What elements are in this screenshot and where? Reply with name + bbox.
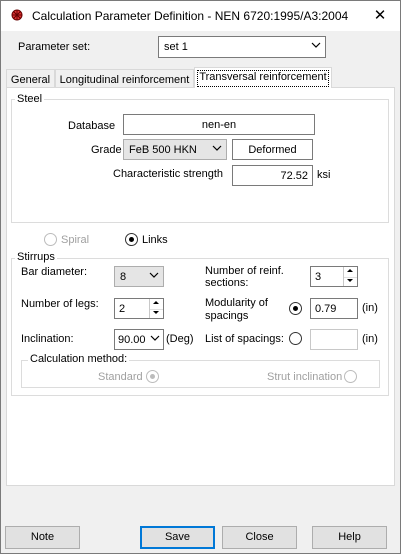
tab-transversal-reinforcement[interactable]: Transversal reinforcement	[194, 67, 332, 88]
grade-value: FeB 500 HKN	[129, 144, 197, 156]
steel-group-title: Steel	[15, 93, 45, 105]
parameter-set-combo[interactable]: set 1	[158, 36, 326, 58]
list-spacings-unit: (in)	[362, 333, 378, 345]
tab-general-label: General	[10, 74, 51, 86]
database-field[interactable]: nen-en	[123, 114, 315, 135]
bar-diameter-label: Bar diameter:	[21, 266, 88, 278]
legs-label: Number of legs:	[21, 298, 99, 310]
char-strength-field[interactable]: 72.52	[232, 165, 313, 186]
grade-label: Grade	[91, 144, 122, 156]
app-icon	[11, 9, 23, 21]
char-strength-unit: ksi	[317, 169, 331, 181]
reinf-sections-label-1: Number of reinf.	[205, 265, 284, 277]
modularity-label-2: spacings	[205, 310, 249, 322]
chevron-down-icon	[150, 335, 160, 341]
parameter-set-label: Parameter set:	[18, 41, 91, 53]
standard-radio[interactable]	[146, 370, 159, 383]
stirrups-group-title: Stirrups	[15, 251, 57, 263]
tab-longitudinal-label: Longitudinal reinforcement	[59, 74, 190, 86]
radio-selected-dot	[129, 237, 134, 242]
modularity-radio[interactable]	[289, 302, 302, 315]
radio-selected-dot	[150, 374, 155, 379]
reinf-sections-value: 3	[315, 271, 322, 283]
inclination-label: Inclination:	[21, 333, 74, 345]
arrow-down-icon	[347, 278, 353, 282]
list-spacings-field[interactable]	[310, 329, 358, 350]
focus-rect	[197, 70, 329, 87]
arrow-down-icon	[153, 310, 159, 314]
modularity-unit: (in)	[362, 302, 378, 314]
inclination-combo[interactable]: 90.00	[114, 329, 164, 350]
calc-method-title: Calculation method:	[28, 353, 130, 365]
window-title: Calculation Parameter Definition - NEN 6…	[32, 9, 349, 23]
inclination-value: 90.00	[118, 334, 146, 346]
help-button[interactable]: Help	[312, 526, 387, 549]
modularity-label-1: Modularity of	[205, 297, 268, 309]
tab-general[interactable]: General	[6, 69, 55, 88]
save-button[interactable]: Save	[140, 526, 215, 549]
arrow-up-icon	[153, 301, 159, 304]
strut-inclination-label: Strut inclination	[267, 371, 343, 383]
legs-stepper[interactable]: 2	[114, 298, 164, 319]
links-label: Links	[142, 234, 168, 246]
bar-diameter-value: 8	[120, 271, 127, 283]
stepper-down-button[interactable]	[150, 309, 163, 319]
note-button[interactable]: Note	[5, 526, 80, 549]
database-value: nen-en	[201, 119, 237, 131]
list-spacings-radio[interactable]	[289, 332, 302, 345]
close-button[interactable]: Close	[222, 526, 297, 549]
parameter-set-value: set 1	[164, 41, 188, 53]
tab-longitudinal-reinforcement[interactable]: Longitudinal reinforcement	[55, 69, 194, 88]
stepper-down-button[interactable]	[344, 277, 357, 287]
tab-panel: Steel Database nen-en Grade FeB 500 HKN …	[6, 87, 395, 486]
arrow-up-icon	[347, 269, 353, 272]
chevron-down-icon	[212, 145, 222, 151]
char-strength-label: Characteristic strength	[113, 168, 224, 180]
modularity-field[interactable]: 0.79	[310, 298, 358, 319]
grade-type-field: Deformed	[232, 139, 313, 160]
chevron-down-icon	[149, 272, 159, 278]
modularity-value: 0.79	[315, 303, 337, 315]
grade-combo[interactable]: FeB 500 HKN	[123, 139, 227, 160]
list-spacings-label: List of spacings:	[205, 333, 284, 345]
reinf-sections-label-2: sections:	[205, 277, 249, 289]
strut-inclination-radio[interactable]	[344, 370, 357, 383]
standard-label: Standard	[98, 371, 143, 383]
inclination-unit: (Deg)	[166, 333, 194, 345]
radio-selected-dot	[293, 306, 298, 311]
database-label: Database	[68, 120, 116, 132]
legs-value: 2	[119, 303, 126, 315]
spiral-radio[interactable]	[44, 233, 57, 246]
title-bar: Calculation Parameter Definition - NEN 6…	[1, 1, 400, 31]
dialog-window: Calculation Parameter Definition - NEN 6…	[0, 0, 401, 554]
bar-diameter-combo[interactable]: 8	[114, 266, 164, 287]
spiral-label: Spiral	[61, 234, 90, 246]
reinf-sections-stepper[interactable]: 3	[310, 266, 358, 287]
grade-type-value: Deformed	[248, 144, 297, 156]
stepper-buttons	[149, 299, 163, 318]
char-strength-value: 72.52	[280, 170, 308, 182]
links-radio[interactable]	[125, 233, 138, 246]
stepper-buttons	[343, 267, 357, 286]
chevron-down-icon	[311, 42, 321, 48]
close-icon[interactable]: ✕	[360, 1, 400, 31]
